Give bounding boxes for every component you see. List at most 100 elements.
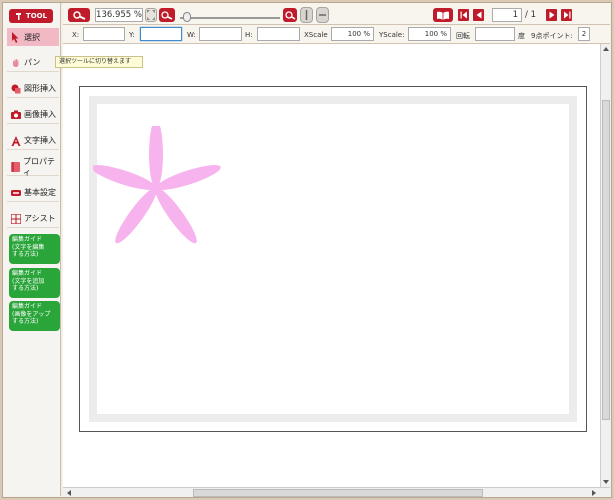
properties-bar: X: Y: W: H: XScale 100 % YScale: 100 % 回… bbox=[63, 25, 610, 44]
guide-line: する方法) bbox=[12, 285, 39, 292]
horizontal-scroll-thumb[interactable] bbox=[193, 489, 483, 497]
flower-shape[interactable] bbox=[93, 126, 223, 246]
tool-insert-shape-label: 図形挿入 bbox=[24, 84, 56, 93]
spread-page-icon bbox=[319, 14, 326, 16]
scroll-up-icon[interactable] bbox=[602, 46, 610, 52]
vertical-scroll-thumb[interactable] bbox=[602, 100, 610, 420]
w-label: W: bbox=[187, 31, 196, 39]
scroll-right-icon[interactable] bbox=[591, 489, 597, 497]
settings-icon bbox=[10, 187, 21, 198]
book-view-button[interactable] bbox=[433, 8, 453, 22]
fit-page-button[interactable] bbox=[145, 8, 157, 22]
tool-badge: TOOL bbox=[9, 9, 53, 23]
scroll-down-icon[interactable] bbox=[602, 479, 610, 485]
camera-icon bbox=[10, 109, 21, 120]
prev-page-button[interactable] bbox=[473, 9, 484, 21]
tool-assist-label: アシスト bbox=[24, 214, 56, 223]
guide-title: 編集ガイド bbox=[12, 270, 43, 277]
page-view-single-button[interactable] bbox=[300, 7, 313, 23]
yscale-label: YScale: bbox=[379, 31, 405, 39]
y-input[interactable] bbox=[140, 27, 182, 41]
page-bleed bbox=[89, 96, 577, 422]
tool-basic-settings[interactable]: 基本設定 bbox=[7, 184, 59, 202]
grid-icon bbox=[10, 213, 21, 224]
tool-insert-text-label: 文字挿入 bbox=[24, 136, 56, 145]
guide-title: 編集ガイド bbox=[12, 303, 43, 310]
text-icon bbox=[10, 135, 21, 146]
guide-line: する方法) bbox=[12, 318, 39, 325]
x-input[interactable] bbox=[83, 27, 125, 41]
zoom-slider-track[interactable] bbox=[180, 17, 280, 19]
tool-insert-image[interactable]: 画像挿入 bbox=[7, 106, 59, 124]
vertical-scrollbar[interactable] bbox=[600, 44, 610, 487]
tool-assist[interactable]: アシスト bbox=[7, 210, 59, 228]
x-label: X: bbox=[72, 31, 80, 39]
tool-insert-image-label: 画像挿入 bbox=[24, 110, 56, 119]
zoom-slider-handle[interactable] bbox=[183, 12, 191, 22]
tool-select[interactable]: 選択 bbox=[7, 28, 59, 46]
rotate-label: 回転 bbox=[456, 32, 470, 40]
first-page-icon bbox=[460, 11, 467, 19]
top-toolbar: 136.955 % 1 / 1 bbox=[63, 3, 610, 25]
hand-icon bbox=[10, 57, 21, 68]
page-total: / 1 bbox=[525, 10, 536, 20]
guide-line: (文字を編集 bbox=[12, 243, 45, 251]
w-input[interactable] bbox=[199, 27, 242, 41]
next-page-button[interactable] bbox=[546, 9, 557, 21]
xscale-label: XScale bbox=[304, 31, 328, 39]
book-icon bbox=[10, 161, 20, 172]
tool-select-label: 選択 bbox=[24, 32, 40, 42]
prev-page-icon bbox=[476, 11, 481, 19]
guide-line: (画像をアップ bbox=[12, 310, 51, 318]
cursor-icon bbox=[10, 31, 21, 43]
zoom-tool-button[interactable] bbox=[68, 8, 90, 22]
h-label: H: bbox=[245, 31, 253, 39]
shapes-icon bbox=[10, 83, 21, 94]
tool-properties[interactable]: プロパティ bbox=[7, 156, 59, 177]
points-label: 9点ポイント: bbox=[531, 32, 573, 40]
tool-panel: TOOL 選択 パン 図形挿入 画像挿入 文字挿入 プロパティ 基本設定 アシス… bbox=[3, 3, 61, 496]
magnifier-plus-icon bbox=[284, 10, 295, 20]
tool-pan-label: パン bbox=[24, 58, 41, 67]
open-book-icon bbox=[437, 11, 449, 20]
tooltip: 選択ツールに切り替えます bbox=[55, 56, 143, 68]
guide-edit-text-button[interactable]: 編集ガイド (文字を編集 する方法) bbox=[9, 234, 60, 264]
next-page-icon bbox=[549, 11, 554, 19]
tool-properties-label: プロパティ bbox=[23, 156, 56, 177]
single-page-icon bbox=[305, 10, 308, 20]
h-input[interactable] bbox=[257, 27, 300, 41]
zoom-in-button[interactable] bbox=[283, 8, 297, 22]
tool-badge-label: TOOL bbox=[25, 12, 48, 20]
y-label: Y: bbox=[129, 31, 135, 39]
page-view-spread-button[interactable] bbox=[316, 7, 329, 23]
tool-insert-shape[interactable]: 図形挿入 bbox=[7, 80, 59, 98]
tool-pan[interactable]: パン bbox=[7, 54, 59, 72]
guide-title: 編集ガイド bbox=[12, 236, 43, 243]
points-input[interactable]: 2 bbox=[578, 27, 590, 41]
guide-line: する方法) bbox=[12, 251, 39, 258]
page-frame bbox=[79, 86, 587, 432]
tool-basic-settings-label: 基本設定 bbox=[24, 188, 56, 197]
guide-line: (文字を追加 bbox=[12, 277, 45, 285]
page-content[interactable] bbox=[93, 104, 569, 414]
xscale-input[interactable]: 100 % bbox=[331, 27, 374, 41]
zoom-out-button[interactable] bbox=[159, 8, 175, 22]
yscale-input[interactable]: 100 % bbox=[408, 27, 451, 41]
magnifier-icon bbox=[72, 10, 85, 20]
canvas-area[interactable] bbox=[63, 44, 610, 497]
guide-add-text-button[interactable]: 編集ガイド (文字を追加 する方法) bbox=[9, 268, 60, 298]
page-number-input[interactable]: 1 bbox=[492, 8, 522, 22]
last-page-icon bbox=[563, 11, 570, 19]
magnifier-minus-icon bbox=[161, 10, 173, 20]
rotate-input[interactable] bbox=[475, 27, 515, 41]
degree-label: 度 bbox=[518, 32, 525, 40]
first-page-button[interactable] bbox=[458, 9, 469, 21]
expand-icon bbox=[147, 10, 155, 20]
scroll-left-icon[interactable] bbox=[66, 489, 72, 497]
hammer-icon bbox=[15, 13, 21, 20]
zoom-input[interactable]: 136.955 % bbox=[95, 8, 143, 22]
horizontal-scrollbar[interactable] bbox=[63, 487, 610, 497]
last-page-button[interactable] bbox=[561, 9, 572, 21]
guide-upload-image-button[interactable]: 編集ガイド (画像をアップ する方法) bbox=[9, 301, 60, 331]
tool-insert-text[interactable]: 文字挿入 bbox=[7, 132, 59, 150]
